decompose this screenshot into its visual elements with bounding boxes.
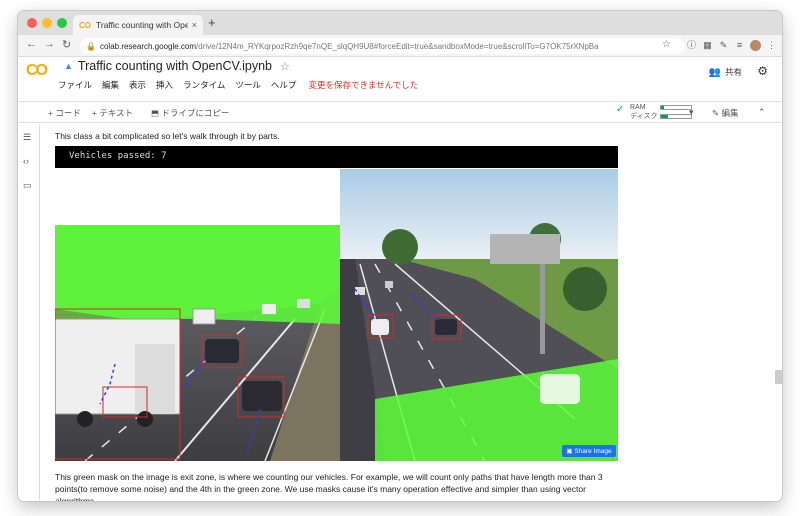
toc-icon[interactable]: ☰ [23, 132, 31, 143]
tab-active[interactable]: CO Traffic counting with OpenCV.ipy × [73, 15, 203, 35]
cell-output: Vehicles passed: 7 [55, 146, 618, 168]
resource-monitor[interactable]: ✓ RAM ディスク [616, 104, 692, 122]
car [435, 319, 457, 335]
notebook-toolbar: + コード + テキスト ⬒ ドライブにコピー ✓ RAM ディスク ▾ ✎ 編… [18, 101, 782, 123]
tab-close-icon[interactable]: × [192, 20, 197, 30]
url-path: /drive/12N4m_RYKqrpozRzh9qe7nQE_slqQH9U8… [196, 41, 599, 51]
connected-check-icon: ✓ [616, 104, 625, 115]
minimize-window-button[interactable] [42, 18, 52, 28]
edit-label: 編集 [721, 108, 739, 118]
left-camera-frame [55, 169, 340, 461]
collapse-header-icon[interactable]: ⌃ [758, 107, 766, 118]
share-image-label: Share Image [574, 447, 612, 455]
unsaved-warning[interactable]: 変更を保存できませんでした [308, 79, 418, 91]
back-icon[interactable]: ← [26, 38, 37, 50]
notebook-content: This class a bit complicated so let's wa… [40, 124, 782, 501]
right-camera-frame [340, 169, 618, 461]
car [205, 339, 239, 363]
people-icon: 👥 [708, 66, 721, 78]
extension-pen-icon[interactable]: ✎ [718, 40, 729, 51]
image-icon: ▣ [566, 448, 575, 455]
menu-view[interactable]: 表示 [129, 79, 146, 91]
colab-favicon-icon: CO [79, 20, 91, 30]
disk-label: ディスク [630, 113, 658, 120]
gear-icon[interactable]: ⚙ [757, 64, 768, 78]
lock-icon: 🔒 [86, 41, 96, 51]
extension-menu-icon[interactable]: ≡ [734, 40, 745, 51]
notebook-title-row: ▲ Traffic counting with OpenCV.ipynb ☆ [64, 59, 290, 73]
description-text: This green mask on the image is exit zon… [55, 472, 603, 501]
left-sidebar: ☰ ‹› ▭ [18, 124, 40, 501]
close-window-button[interactable] [27, 18, 37, 28]
menu-help[interactable]: ヘルプ [271, 79, 297, 91]
output-text: Vehicles passed: 7 [69, 151, 167, 161]
share-button[interactable]: 👥 共有 [709, 66, 742, 78]
profile-avatar[interactable] [750, 40, 761, 51]
ram-label: RAM [630, 104, 646, 111]
car [540, 374, 580, 404]
scrollbar-thumb[interactable] [775, 370, 782, 384]
colab-header: CO ▲ Traffic counting with OpenCV.ipynb … [18, 57, 782, 101]
browser-menu-icon[interactable]: ⋮ [766, 40, 777, 51]
share-image-button[interactable]: ▣ Share Image [562, 445, 616, 457]
car [242, 381, 282, 411]
tab-title: Traffic counting with OpenCV.ipy [96, 20, 188, 30]
browser-window: CO Traffic counting with OpenCV.ipy × + … [18, 11, 782, 501]
new-tab-button[interactable]: + [208, 15, 216, 30]
drive-copy-icon: ⬒ [151, 108, 162, 118]
share-label: 共有 [724, 67, 742, 77]
ram-bar-fill [661, 106, 664, 109]
menu-file[interactable]: ファイル [58, 79, 92, 91]
menu-runtime[interactable]: ランタイム [183, 79, 225, 91]
extension-info-icon[interactable]: ⓘ [686, 40, 697, 51]
reload-icon[interactable]: ↻ [62, 38, 71, 51]
menu-edit[interactable]: 編集 [102, 79, 119, 91]
address-bar-row: ← → ↻ 🔒 colab.research.google.com /drive… [18, 35, 782, 57]
copy-to-drive-label: ドライブにコピー [161, 108, 230, 118]
disk-bar-fill [661, 115, 669, 118]
gantry-sign [490, 234, 560, 264]
colab-logo[interactable]: CO [26, 62, 48, 80]
add-text-button[interactable]: + テキスト [92, 107, 133, 119]
code-snippets-icon[interactable]: ‹› [23, 156, 29, 166]
maximize-window-button[interactable] [57, 18, 67, 28]
intro-text: This class a bit complicated so let's wa… [55, 131, 280, 141]
copy-to-drive-button[interactable]: ⬒ ドライブにコピー [151, 107, 229, 119]
menu-tools[interactable]: ツール [235, 79, 261, 91]
traffic-video-frame: ▣ Share Image [55, 169, 618, 461]
menu-bar: ファイル 編集 表示 挿入 ランタイム ツール ヘルプ 変更を保存できませんでし… [58, 79, 418, 91]
forward-icon[interactable]: → [44, 38, 55, 50]
extension-grid-icon[interactable]: ▦ [702, 40, 713, 51]
edit-button[interactable]: ✎ 編集 [712, 107, 739, 119]
add-code-button[interactable]: + コード [48, 107, 81, 119]
files-folder-icon[interactable]: ▭ [23, 180, 32, 191]
notebook-title[interactable]: Traffic counting with OpenCV.ipynb [78, 59, 272, 73]
bookmark-star-icon[interactable]: ☆ [662, 39, 671, 50]
url-host: colab.research.google.com [99, 41, 197, 51]
star-icon[interactable]: ☆ [280, 60, 290, 73]
menu-insert[interactable]: 挿入 [156, 79, 173, 91]
ram-bar [660, 105, 692, 110]
disk-bar [660, 114, 692, 119]
url-field[interactable]: 🔒 colab.research.google.com /drive/12N4m… [80, 38, 685, 54]
tab-strip: CO Traffic counting with OpenCV.ipy × + [18, 11, 782, 35]
resource-dropdown-icon[interactable]: ▾ [689, 107, 694, 118]
drive-icon: ▲ [64, 61, 73, 71]
car [371, 319, 389, 335]
